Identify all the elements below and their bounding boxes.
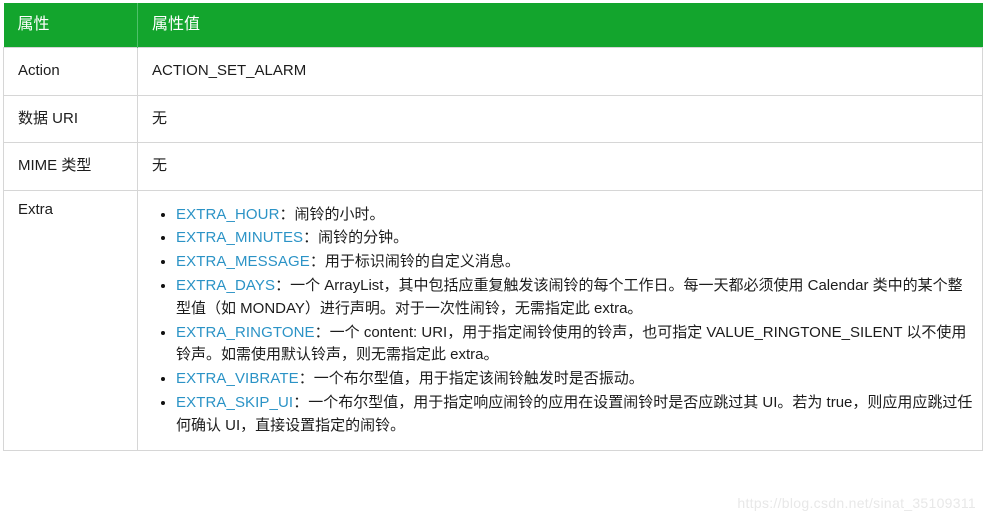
- extra-description: ：闹铃的分钟。: [303, 229, 409, 247]
- list-item: EXTRA_MESSAGE：用于标识闹铃的自定义消息。: [176, 251, 976, 274]
- list-item: EXTRA_SKIP_UI：一个布尔型值，用于指定响应闹铃的应用在设置闹铃时是否…: [176, 392, 976, 438]
- list-item: EXTRA_VIBRATE：一个布尔型值，用于指定该闹铃触发时是否振动。: [176, 368, 976, 391]
- list-item: EXTRA_DAYS：一个 ArrayList，其中包括应重复触发该闹铃的每个工…: [176, 275, 976, 321]
- table-header: 属性 属性值: [3, 3, 983, 48]
- extra-description: ：一个 ArrayList，其中包括应重复触发该闹铃的每个工作日。每一天都必须使…: [176, 277, 963, 317]
- row-attribute-name: MIME 类型: [3, 142, 138, 191]
- row-attribute-value: EXTRA_HOUR：闹铃的小时。 EXTRA_MINUTES：闹铃的分钟。 E…: [137, 189, 983, 451]
- row-attribute-name: Action: [3, 47, 138, 96]
- attributes-table-container: 属性 属性值 Action ACTION_SET_ALARM 数据 URI 无 …: [3, 3, 983, 451]
- table-body: Action ACTION_SET_ALARM 数据 URI 无 MIME 类型…: [3, 47, 983, 451]
- extra-description: ：用于标识闹铃的自定义消息。: [309, 253, 520, 271]
- table-row: Action ACTION_SET_ALARM: [3, 47, 983, 96]
- extra-description: ：闹铃的小时。: [279, 205, 385, 223]
- extra-constant-link[interactable]: EXTRA_MINUTES: [176, 229, 303, 246]
- table-row-extra: Extra EXTRA_HOUR：闹铃的小时。 EXTRA_MINUTES：闹铃…: [3, 189, 983, 451]
- extra-constant-link[interactable]: EXTRA_MESSAGE: [176, 253, 310, 270]
- site-watermark: https://blog.csdn.net/sinat_35109311: [737, 495, 976, 511]
- extra-constant-link[interactable]: EXTRA_DAYS: [176, 277, 275, 294]
- row-attribute-value: 无: [137, 94, 983, 144]
- row-attribute-value: 无: [137, 142, 983, 191]
- extra-constant-link[interactable]: EXTRA_RINGTONE: [176, 324, 315, 341]
- column-header-attribute-value: 属性值: [137, 3, 983, 48]
- row-attribute-value: ACTION_SET_ALARM: [137, 47, 983, 96]
- extras-list: EXTRA_HOUR：闹铃的小时。 EXTRA_MINUTES：闹铃的分钟。 E…: [138, 204, 976, 438]
- column-header-attribute: 属性: [3, 3, 138, 48]
- list-item: EXTRA_HOUR：闹铃的小时。: [176, 204, 976, 227]
- table-row: 数据 URI 无: [3, 94, 983, 144]
- extra-constant-link[interactable]: EXTRA_VIBRATE: [176, 370, 299, 387]
- list-item: EXTRA_MINUTES：闹铃的分钟。: [176, 227, 976, 250]
- extra-description: ：一个布尔型值，用于指定该闹铃触发时是否振动。: [298, 370, 644, 388]
- extra-description: ：一个布尔型值，用于指定响应闹铃的应用在设置闹铃时是否应跳过其 UI。若为 tr…: [176, 394, 973, 434]
- row-attribute-name: 数据 URI: [3, 94, 138, 144]
- row-attribute-name: Extra: [3, 189, 138, 451]
- extra-constant-link[interactable]: EXTRA_SKIP_UI: [176, 394, 293, 411]
- list-item: EXTRA_RINGTONE：一个 content: URI，用于指定闹铃使用的…: [176, 322, 976, 368]
- extra-constant-link[interactable]: EXTRA_HOUR: [176, 206, 280, 223]
- table-header-row: 属性 属性值: [3, 3, 983, 48]
- table-row: MIME 类型 无: [3, 142, 983, 191]
- attributes-table: 属性 属性值 Action ACTION_SET_ALARM 数据 URI 无 …: [3, 3, 983, 451]
